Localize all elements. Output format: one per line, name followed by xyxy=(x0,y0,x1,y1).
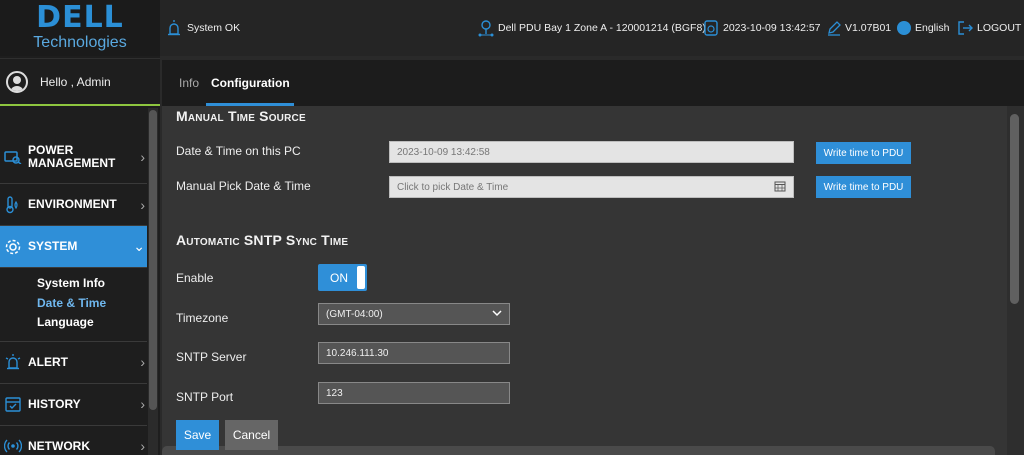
main-scrollbar[interactable] xyxy=(1007,106,1024,455)
submenu-language[interactable]: Language xyxy=(37,313,147,333)
gear-icon xyxy=(4,238,22,256)
datetime-text: 2023-10-09 13:42:57 xyxy=(723,22,821,34)
nav-item-alert[interactable]: ALERT › xyxy=(0,342,147,384)
system-submenu: System Info Date & Time Language xyxy=(0,268,147,342)
nav-label-alert: ALERT xyxy=(28,354,68,369)
nav-item-system[interactable]: SYSTEM ⌄ xyxy=(0,226,147,268)
submenu-system-info[interactable]: System Info xyxy=(37,274,147,294)
sntp-title: Automatic SNTP Sync Time xyxy=(176,232,349,248)
sntp-port-input[interactable]: 123 xyxy=(318,382,510,404)
sntp-port-label: SNTP Port xyxy=(176,390,234,404)
alert-icon xyxy=(165,19,183,37)
logo-mark: DELL xyxy=(36,0,124,35)
nav-label-environment: ENVIRONMENT xyxy=(28,197,117,211)
pc-time-value: 2023-10-09 13:42:58 xyxy=(397,146,490,158)
top-header: System OK Dell PDU Bay 1 Zone A - 120001… xyxy=(160,0,1024,56)
pdu-identifier: Dell PDU Bay 1 Zone A - 120001214 (BGF8) xyxy=(478,19,706,37)
logout-icon xyxy=(957,20,973,36)
nav-label-line1: POWER xyxy=(28,142,74,157)
sidebar-scrollbar[interactable] xyxy=(148,108,158,455)
timezone-select[interactable]: (GMT-04:00) xyxy=(318,303,510,325)
nav-label-history: HISTORY xyxy=(28,396,81,411)
clock-icon xyxy=(703,19,719,37)
chevron-right-icon: › xyxy=(140,196,145,213)
nav-label-power-management: POWER MANAGEMENT xyxy=(28,142,116,170)
network-icon xyxy=(4,437,22,455)
chevron-right-icon: › xyxy=(140,148,145,165)
avatar xyxy=(6,70,28,93)
nav-label-network: NETWORK xyxy=(28,438,90,453)
tab-info[interactable]: Info xyxy=(179,76,199,90)
nav-item-history[interactable]: HISTORY › xyxy=(0,384,147,426)
language-selector[interactable]: English xyxy=(897,21,949,35)
cancel-button[interactable]: Cancel xyxy=(225,420,278,450)
manual-pick-input[interactable]: Click to pick Date & Time xyxy=(389,176,794,198)
firmware-version: V1.07B01 xyxy=(827,20,891,36)
version-text: V1.07B01 xyxy=(845,22,892,34)
save-button[interactable]: Save xyxy=(176,420,219,450)
pc-time-label: Date & Time on this PC xyxy=(176,144,301,158)
environment-icon xyxy=(4,195,22,214)
configuration-panel: Manual Time Source Date & Time on this P… xyxy=(162,106,1007,455)
manual-pick-placeholder: Click to pick Date & Time xyxy=(397,181,509,193)
logo-subtitle: Technologies xyxy=(33,34,127,51)
calendar-picker-icon[interactable] xyxy=(774,180,786,195)
power-management-icon xyxy=(4,148,22,166)
nav-menu: POWER MANAGEMENT › ENVIRONMENT › SYSTEM … xyxy=(0,130,147,455)
chevron-right-icon: › xyxy=(140,438,145,454)
language-text: English xyxy=(915,22,950,34)
sntp-port-value: 123 xyxy=(326,387,343,399)
manual-time-title: Manual Time Source xyxy=(176,108,306,124)
pc-time-field: 2023-10-09 13:42:58 xyxy=(389,141,794,163)
pencil-icon xyxy=(827,20,841,36)
system-status-text: System OK xyxy=(187,22,241,34)
alert-icon xyxy=(4,353,22,371)
nav-item-network[interactable]: NETWORK › xyxy=(0,426,147,455)
sntp-enable-toggle[interactable]: ON xyxy=(318,264,367,291)
chevron-down-icon: ⌄ xyxy=(133,238,145,254)
sidebar: DELL Technologies Hello , Admin POWER MA… xyxy=(0,0,160,455)
network-node-icon xyxy=(478,19,494,37)
chevron-right-icon: › xyxy=(140,396,145,412)
timezone-value: (GMT-04:00) xyxy=(326,308,383,320)
write-time-button-pc[interactable]: Write time to PDU xyxy=(816,142,911,164)
submenu-date-time[interactable]: Date & Time xyxy=(37,294,147,314)
nav-label-system: SYSTEM xyxy=(28,239,78,253)
timezone-label: Timezone xyxy=(176,311,229,325)
dell-logo[interactable]: DELL Technologies xyxy=(0,0,160,56)
main-scroll-thumb[interactable] xyxy=(1010,114,1019,304)
enable-label: Enable xyxy=(176,271,214,285)
header-datetime: 2023-10-09 13:42:57 xyxy=(703,19,821,37)
tab-configuration[interactable]: Configuration xyxy=(211,76,290,90)
system-status: System OK xyxy=(165,19,240,37)
calendar-icon xyxy=(4,395,22,413)
sntp-server-value: 10.246.111.30 xyxy=(326,347,389,359)
toggle-state-text: ON xyxy=(330,271,348,285)
user-row: Hello , Admin xyxy=(0,58,160,106)
sidebar-scroll-thumb[interactable] xyxy=(149,110,157,410)
app: DELL Technologies Hello , Admin POWER MA… xyxy=(0,0,1024,455)
sntp-server-label: SNTP Server xyxy=(176,350,247,364)
nav-item-power-management[interactable]: POWER MANAGEMENT › xyxy=(0,130,147,184)
nav-label-line2: MANAGEMENT xyxy=(28,155,116,170)
panel-footer xyxy=(162,446,995,455)
manual-pick-label: Manual Pick Date & Time xyxy=(176,179,311,193)
nav-item-environment[interactable]: ENVIRONMENT › xyxy=(0,184,147,226)
logout-text: LOGOUT xyxy=(977,22,1022,34)
chevron-right-icon: › xyxy=(140,354,145,370)
toggle-knob xyxy=(357,266,365,289)
write-time-button-manual[interactable]: Write time to PDU xyxy=(816,176,911,198)
sntp-server-input[interactable]: 10.246.111.30 xyxy=(318,342,510,364)
tab-bar: Info Configuration xyxy=(162,60,1024,106)
logout-button[interactable]: LOGOUT xyxy=(957,20,1021,36)
globe-icon xyxy=(897,21,911,35)
user-greeting: Hello , Admin xyxy=(40,74,111,89)
chevron-down-icon xyxy=(492,309,502,320)
pdu-name: Dell PDU Bay 1 Zone A - 120001214 (BGF8) xyxy=(498,22,706,34)
